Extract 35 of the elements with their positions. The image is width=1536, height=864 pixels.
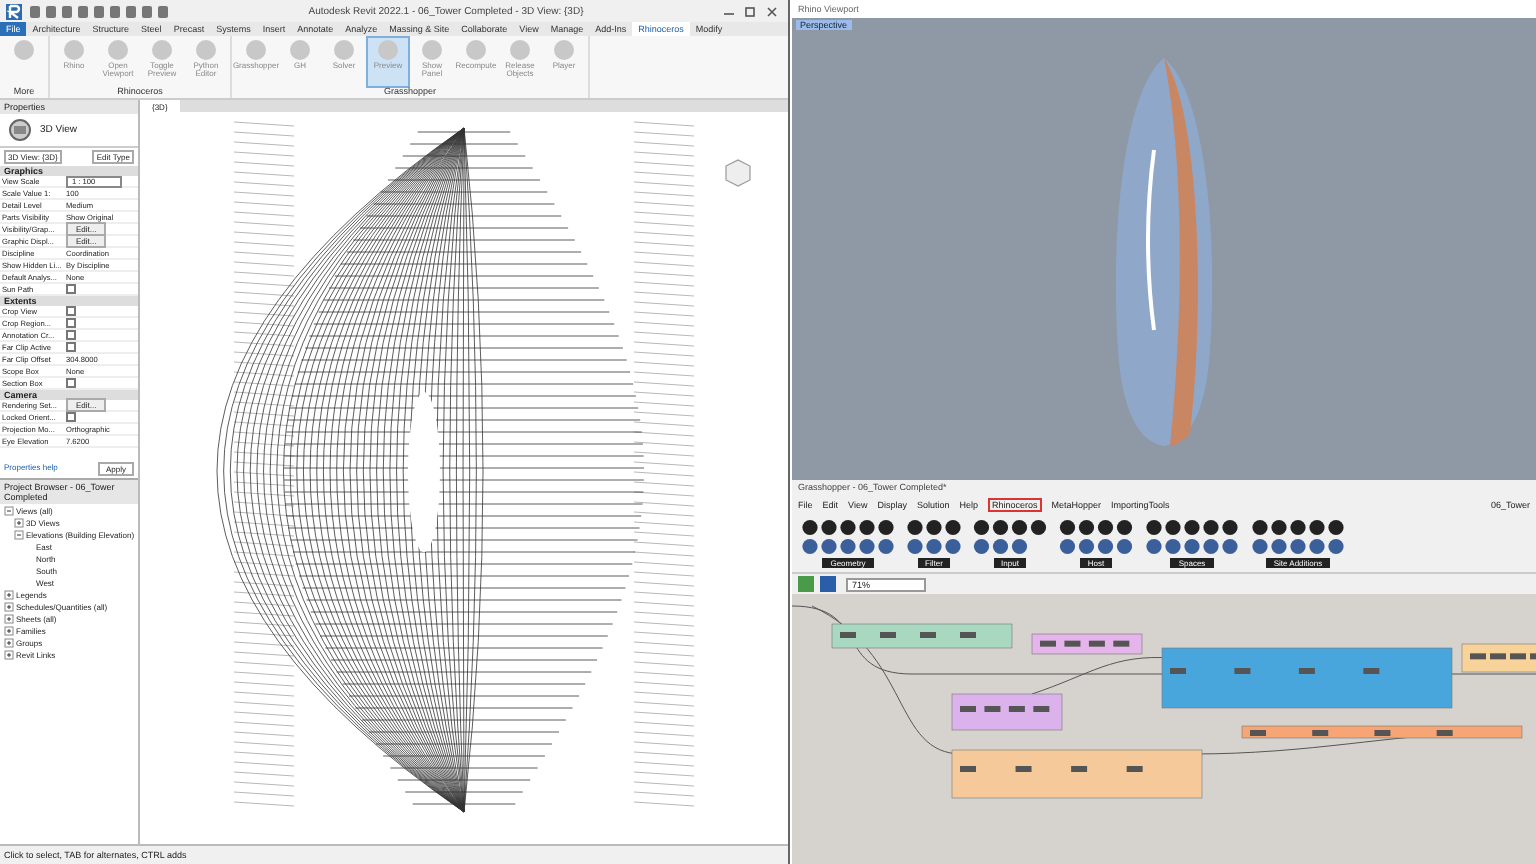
component-group[interactable]	[1241, 725, 1523, 739]
component-icons-drawing	[1248, 518, 1348, 556]
view-cube-icon	[720, 156, 752, 188]
component-group[interactable]	[951, 749, 1203, 799]
expand-icon[interactable]	[4, 649, 14, 659]
component-icons-drawing	[798, 518, 898, 556]
collapse-icon[interactable]	[4, 505, 14, 515]
checkbox[interactable]	[66, 378, 76, 388]
checkbox[interactable]	[66, 342, 76, 352]
component-group[interactable]	[1461, 643, 1536, 673]
expand-icon[interactable]	[4, 613, 14, 623]
component-group[interactable]	[951, 693, 1063, 731]
expand-icon[interactable]	[4, 601, 14, 611]
checkbox[interactable]	[66, 330, 76, 340]
component-icons-drawing	[1142, 518, 1242, 556]
component-group[interactable]	[1031, 633, 1143, 655]
checkbox[interactable]	[66, 318, 76, 328]
save-icon	[798, 576, 838, 592]
checkbox[interactable]	[66, 284, 76, 294]
window-controls-icon	[722, 5, 782, 17]
revit-logo-icon	[6, 3, 22, 19]
component-icons-drawing	[904, 518, 964, 556]
expand-icon[interactable]	[4, 625, 14, 635]
component-icons-drawing	[970, 518, 1050, 556]
expand-icon[interactable]	[14, 517, 24, 527]
collapse-icon[interactable]	[14, 529, 24, 539]
expand-icon[interactable]	[4, 589, 14, 599]
expand-icon[interactable]	[4, 637, 14, 647]
component-icons-drawing	[1056, 518, 1136, 556]
camera-view-icon	[6, 116, 34, 144]
quick-access-toolbar-icon	[30, 5, 170, 17]
checkbox[interactable]	[66, 412, 76, 422]
component-group[interactable]	[1161, 647, 1453, 709]
component-group[interactable]	[831, 623, 1013, 649]
checkbox[interactable]	[66, 306, 76, 316]
